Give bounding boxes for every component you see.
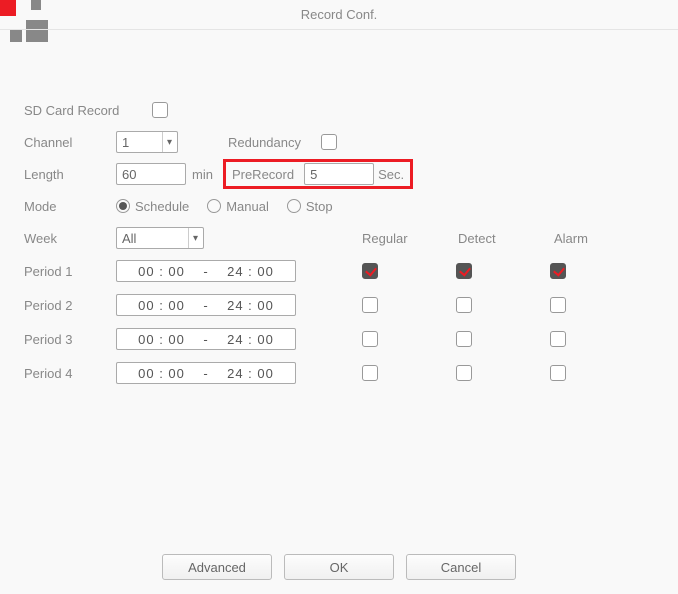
content-area: SD Card Record Channel 1 ▾ Redundancy Le… (0, 30, 678, 390)
period-regular-checkbox[interactable] (362, 263, 378, 279)
period-regular-checkbox[interactable] (362, 331, 378, 347)
period-regular-checkbox[interactable] (362, 365, 378, 381)
channel-select[interactable]: 1 ▾ (116, 131, 178, 153)
length-value: 60 (122, 167, 136, 182)
redundancy-label: Redundancy (228, 135, 301, 150)
ok-button[interactable]: OK (284, 554, 394, 580)
period-alarm-checkbox[interactable] (550, 263, 566, 279)
record-config-window: Record Conf. SD Card Record Channel 1 ▾ … (0, 0, 678, 594)
period-label: Period 2 (24, 298, 116, 313)
period-detect-checkbox[interactable] (456, 331, 472, 347)
length-input[interactable]: 60 (116, 163, 186, 185)
titlebar: Record Conf. (0, 0, 678, 30)
radio-icon (116, 199, 130, 213)
period-row: Period 400 : 00 - 24 : 00 (24, 356, 654, 390)
mode-schedule-radio[interactable]: Schedule (116, 199, 189, 214)
period-label: Period 1 (24, 264, 116, 279)
week-value: All (122, 231, 136, 246)
period-time-range[interactable]: 00 : 00 - 24 : 00 (116, 260, 296, 282)
period-row: Period 100 : 00 - 24 : 00 (24, 254, 654, 288)
period-alarm-checkbox[interactable] (550, 331, 566, 347)
minutes-unit: min (192, 167, 213, 182)
mode-manual-radio[interactable]: Manual (207, 199, 269, 214)
mode-stop-radio[interactable]: Stop (287, 199, 333, 214)
period-label: Period 4 (24, 366, 116, 381)
period-detect-checkbox[interactable] (456, 263, 472, 279)
sd-card-record-checkbox[interactable] (152, 102, 168, 118)
period-row: Period 200 : 00 - 24 : 00 (24, 288, 654, 322)
prerecord-input[interactable]: 5 (304, 163, 374, 185)
period-time-range[interactable]: 00 : 00 - 24 : 00 (116, 328, 296, 350)
mode-schedule-text: Schedule (135, 199, 189, 214)
channel-label: Channel (24, 135, 116, 150)
radio-icon (207, 199, 221, 213)
prerecord-label: PreRecord (232, 167, 294, 182)
period-regular-checkbox[interactable] (362, 297, 378, 313)
period-time-range[interactable]: 00 : 00 - 24 : 00 (116, 294, 296, 316)
radio-icon (287, 199, 301, 213)
mode-label: Mode (24, 199, 116, 214)
sd-card-record-label: SD Card Record (24, 103, 152, 118)
period-row: Period 300 : 00 - 24 : 00 (24, 322, 654, 356)
column-alarm: Alarm (554, 231, 650, 246)
period-label: Period 3 (24, 332, 116, 347)
cancel-button[interactable]: Cancel (406, 554, 516, 580)
mode-stop-text: Stop (306, 199, 333, 214)
footer: Advanced OK Cancel (0, 554, 678, 580)
length-label: Length (24, 167, 116, 182)
seconds-unit: Sec. (378, 167, 404, 182)
chevron-down-icon: ▾ (188, 228, 198, 248)
period-detect-checkbox[interactable] (456, 365, 472, 381)
week-label: Week (24, 231, 116, 246)
mode-manual-text: Manual (226, 199, 269, 214)
period-alarm-checkbox[interactable] (550, 365, 566, 381)
window-title: Record Conf. (301, 7, 378, 22)
prerecord-value: 5 (310, 167, 317, 182)
period-time-range[interactable]: 00 : 00 - 24 : 00 (116, 362, 296, 384)
column-detect: Detect (458, 231, 554, 246)
channel-value: 1 (122, 135, 129, 150)
column-regular: Regular (362, 231, 458, 246)
week-select[interactable]: All ▾ (116, 227, 204, 249)
prerecord-highlight: PreRecord 5 Sec. (223, 159, 413, 189)
period-detect-checkbox[interactable] (456, 297, 472, 313)
redundancy-checkbox[interactable] (321, 134, 337, 150)
period-alarm-checkbox[interactable] (550, 297, 566, 313)
advanced-button[interactable]: Advanced (162, 554, 272, 580)
chevron-down-icon: ▾ (162, 132, 172, 152)
